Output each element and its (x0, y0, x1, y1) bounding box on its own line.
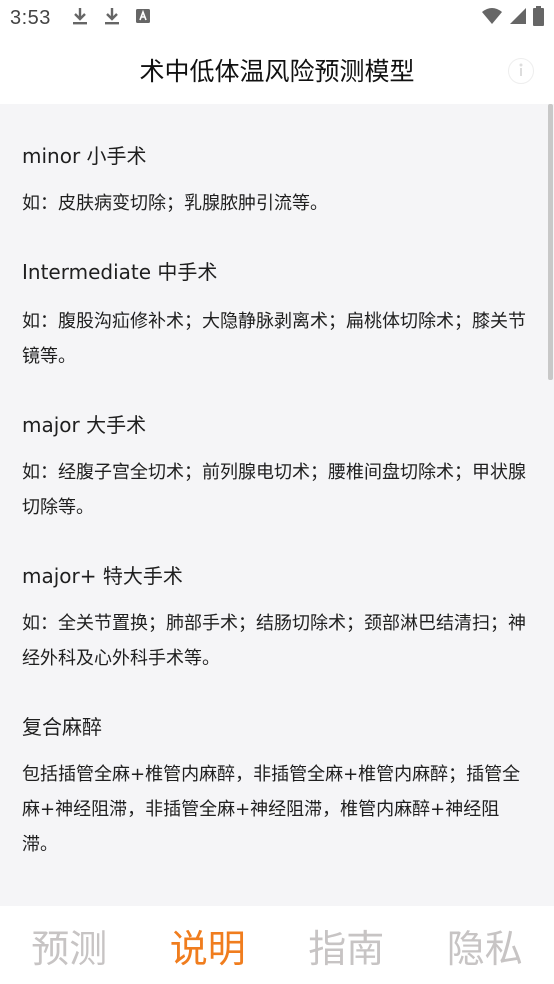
section-title: minor 小手术 (22, 144, 147, 168)
status-bar: 3:53 (0, 0, 554, 36)
app-notification-icon (135, 8, 151, 28)
status-icons-left (71, 6, 151, 30)
section-desc: 包括插管全麻+椎管内麻醉，非插管全麻+椎管内麻醉；插管全麻+神经阻滞，非插管全麻… (22, 764, 521, 855)
tab-predict[interactable]: 预测 (0, 918, 139, 973)
status-time: 3:53 (10, 6, 51, 29)
content-area[interactable]: minor 小手术 如：皮肤病变切除；乳腺脓肿引流等。 Intermediate… (0, 104, 554, 906)
info-button[interactable] (508, 58, 534, 84)
section-desc: 如：经腹子宫全切术；前列腺电切术；腰椎间盘切除术；甲状腺切除等。 (22, 462, 526, 518)
tab-privacy[interactable]: 隐私 (416, 918, 554, 973)
section-minor: minor 小手术 如：皮肤病变切除；乳腺脓肿引流等。 (22, 142, 532, 221)
section-title: Intermediate 中手术 (22, 260, 218, 284)
section-title: 复合麻醉 (22, 715, 102, 739)
download-icon (71, 6, 89, 30)
section-title: major+ 特大手术 (22, 564, 183, 588)
bottom-tab-bar: 预测 说明 指南 隐私 (0, 906, 554, 984)
section-title: major 大手术 (22, 413, 147, 437)
info-icon (517, 62, 525, 81)
download-icon (103, 6, 121, 30)
status-icons-right (481, 6, 544, 30)
section-major-plus: major+ 特大手术 如：全关节置换；肺部手术；结肠切除术；颈部淋巴结清扫；神… (22, 562, 532, 676)
tab-guide[interactable]: 指南 (277, 918, 416, 973)
app-header: 术中低体温风险预测模型 (0, 36, 554, 104)
section-desc: 如：全关节置换；肺部手术；结肠切除术；颈部淋巴结清扫；神经外科及心外科手术等。 (22, 613, 526, 669)
tab-instructions[interactable]: 说明 (139, 918, 278, 973)
section-desc: 如：腹股沟疝修补术；大隐静脉剥离术；扁桃体切除术；膝关节镜等。 (22, 311, 526, 367)
scrollbar[interactable] (548, 104, 553, 380)
section-combined-anesthesia: 复合麻醉 包括插管全麻+椎管内麻醉，非插管全麻+椎管内麻醉；插管全麻+神经阻滞，… (22, 713, 532, 862)
section-desc: 如：皮肤病变切除；乳腺脓肿引流等。 (22, 193, 328, 214)
battery-icon (533, 6, 544, 30)
section-intermediate: Intermediate 中手术 如：腹股沟疝修补术；大隐静脉剥离术；扁桃体切除… (22, 258, 532, 374)
page-title: 术中低体温风险预测模型 (139, 57, 415, 86)
wifi-icon (481, 7, 503, 29)
signal-icon (509, 7, 527, 29)
section-major: major 大手术 如：经腹子宫全切术；前列腺电切术；腰椎间盘切除术；甲状腺切除… (22, 411, 532, 525)
